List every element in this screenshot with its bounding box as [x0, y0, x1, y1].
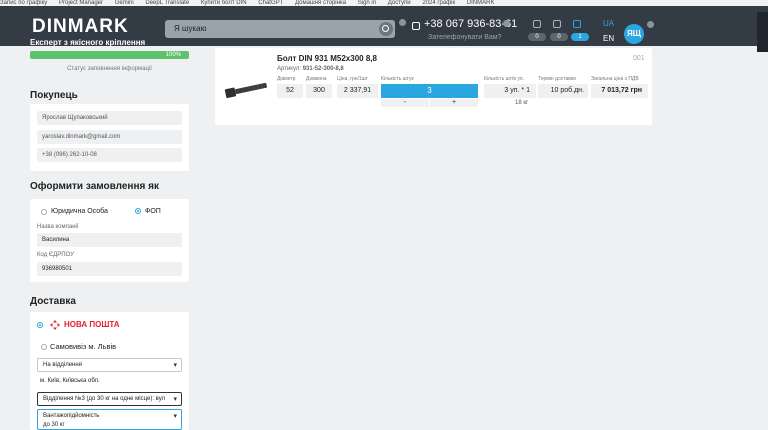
delivery-title: Доставка [30, 296, 76, 307]
buyer-title: Покупець [30, 90, 78, 101]
legal-entity-label[interactable]: Юридична Особа [51, 208, 108, 215]
length-value: 300 [306, 84, 332, 98]
capacity-label: Вантажопідйомність [43, 413, 100, 419]
bolt-image [224, 82, 267, 99]
header-qty-pack: Кількість шт/в уп. [484, 76, 524, 82]
header-scroll-area [757, 12, 768, 52]
cart-count-badge: 1 [571, 33, 589, 41]
search-placeholder: Я шукаю [174, 24, 207, 33]
fill-progress-label: Статус заповнення інформації [67, 66, 152, 72]
buyer-email-field[interactable]: yaroslav.dinmark@gmail.com [37, 130, 182, 144]
phone-dropdown-icon[interactable] [503, 20, 510, 27]
article-value: 931-52-300-8,8 [302, 66, 344, 72]
quantity-decrease-button[interactable]: - [381, 99, 429, 107]
logo[interactable]: DINMARK [32, 16, 129, 38]
header-length: Довжина [306, 76, 327, 82]
pickup-label[interactable]: Самовивіз м. Львів [50, 342, 116, 351]
capacity-value: до 30 кг [43, 422, 65, 428]
quantity-increase-button[interactable]: + [430, 99, 478, 107]
product-title[interactable]: Болт DIN 931 M52x300 8,8 [277, 54, 377, 63]
fop-label[interactable]: ФОП [145, 208, 161, 215]
company-name-field[interactable]: Василина [37, 233, 182, 247]
delivery-city: м. Київ, Київська обл. [40, 378, 100, 384]
capacity-select[interactable]: Вантажопідйомність до 30 кг [37, 409, 182, 430]
header-price: Ціна, грн/1шт [337, 76, 368, 82]
logo-tagline: Експерт з якісного кріплення [30, 38, 146, 47]
buyer-name-field[interactable]: Ярослав Щупаковський [37, 111, 182, 125]
diameter-value: 52 [277, 84, 303, 98]
site-header: DINMARK Експерт з якісного кріплення Я ш… [0, 6, 768, 52]
product-index: 001 [633, 55, 645, 62]
callback-link[interactable]: Зателефонувати Вам? [428, 34, 501, 41]
compare-count-badge: 0 [528, 33, 546, 41]
edrpou-field[interactable]: 936980501 [37, 262, 182, 276]
company-name-label: Назва компанії [37, 224, 79, 230]
nova-poshta-radio[interactable] [37, 322, 43, 328]
nova-poshta-logo-icon [50, 320, 60, 330]
fop-radio[interactable] [135, 208, 141, 214]
header-diameter: Діаметр [277, 76, 296, 82]
pickup-radio[interactable] [41, 344, 47, 350]
legal-entity-radio[interactable] [41, 209, 47, 215]
delivery-time-value: 10 роб.дн. [538, 84, 588, 98]
search-clear-icon[interactable] [399, 19, 406, 26]
pack-value: 3 уп. * 1 [484, 84, 536, 98]
header-qty: Кількість штук [381, 76, 414, 82]
header-delivery: Термін доставки [538, 76, 576, 82]
lang-en[interactable]: EN [603, 34, 614, 43]
buyer-phone-field[interactable]: +38 (096) 262-10-08 [37, 148, 182, 162]
branch-select[interactable]: Відділення №3 (до 30 кг на одне місце): … [37, 392, 182, 406]
compare-icon[interactable] [533, 20, 541, 28]
fill-progress-bar: 100% [30, 51, 189, 59]
total-price-value: 7 013,72 грн [591, 84, 648, 98]
price-value: 2 337,91 [337, 84, 378, 98]
edrpou-label: Код ЄДРПОУ [37, 252, 74, 258]
delivery-type-select[interactable]: На відділення [37, 358, 182, 372]
product-article: Артикул: 931-52-300-8,8 [277, 66, 344, 72]
weight-value: 18 кг [515, 100, 529, 106]
quantity-input[interactable]: 3 [381, 84, 478, 98]
article-label: Артикул: [277, 66, 302, 72]
favorites-count-badge: 0 [550, 33, 568, 41]
avatar[interactable]: ЯЩ [624, 24, 644, 44]
cart-icon[interactable] [573, 20, 581, 28]
account-dropdown-icon[interactable] [647, 21, 654, 28]
nova-poshta-label[interactable]: НОВА ПОШТА [64, 320, 120, 329]
phone-icon [412, 22, 420, 30]
search-input[interactable]: Я шукаю [165, 20, 395, 38]
lang-ua[interactable]: UA [603, 19, 614, 28]
favorites-icon[interactable] [553, 20, 561, 28]
order-as-title: Оформити замовлення як [30, 181, 159, 192]
header-total: Загальна ціна з ПДВ [591, 76, 639, 82]
search-icon[interactable] [379, 22, 393, 36]
